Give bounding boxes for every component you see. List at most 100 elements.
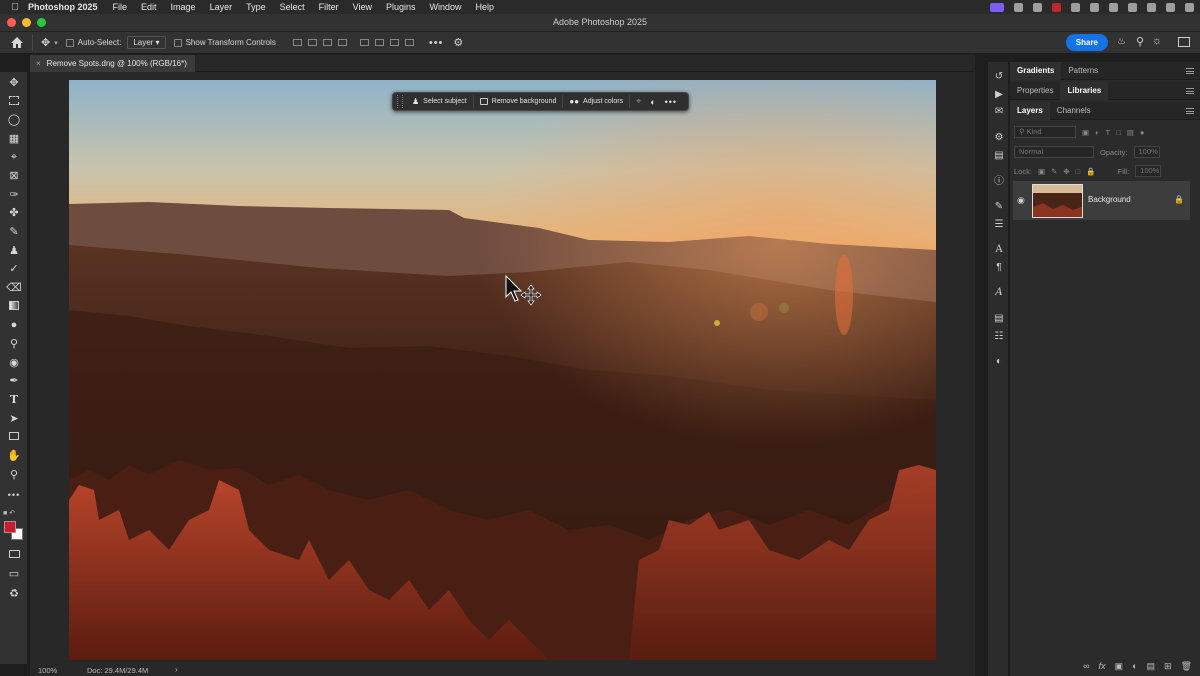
more-options-icon[interactable]: ••• — [429, 37, 444, 49]
pen-tool-icon[interactable]: ✒ — [6, 374, 22, 388]
play-icon[interactable] — [1090, 2, 1099, 12]
actions-play-icon[interactable]: ▶ — [993, 89, 1005, 101]
rectangle-tool-icon[interactable] — [6, 430, 22, 444]
layer-style-icon[interactable]: fx — [1099, 661, 1106, 671]
layer-kind-filter[interactable]: ⚲ Kind — [1014, 126, 1076, 138]
panel-menu-icon[interactable] — [1186, 68, 1194, 74]
eraser-tool-icon[interactable]: ⌫ — [6, 281, 22, 295]
filter-type-icon[interactable]: T — [1106, 128, 1111, 137]
align-middle-icon[interactable] — [374, 39, 384, 46]
auto-select-dropdown[interactable]: Layer ▾ — [127, 36, 166, 49]
adjust-colors-button[interactable]: ●● Adjust colors — [563, 95, 631, 108]
menu-select[interactable]: Select — [280, 2, 305, 12]
align-top-icon[interactable] — [359, 39, 369, 46]
blend-mode-dropdown[interactable]: Normal — [1014, 146, 1094, 158]
tab-channels[interactable]: Channels — [1050, 102, 1098, 120]
filter-adjustment-icon[interactable]: ◐ — [1095, 128, 1100, 137]
object-selection-tool-icon[interactable]: ▦ — [6, 132, 22, 146]
layer-lock-icon[interactable]: 🔒 — [1174, 195, 1184, 204]
filter-shape-icon[interactable]: □ — [1116, 128, 1121, 137]
align-right-icon[interactable] — [322, 39, 332, 46]
lock-position-icon[interactable]: ✥ — [1063, 167, 1069, 176]
menu-file[interactable]: File — [113, 2, 128, 12]
creative-cloud-icon[interactable] — [1014, 2, 1023, 12]
character-icon[interactable]: A — [993, 244, 1005, 256]
gradient-tool-icon[interactable] — [6, 300, 22, 314]
filter-smart-object-icon[interactable]: ▤ — [1127, 128, 1134, 137]
burn-tool-icon[interactable]: ◉ — [6, 356, 22, 370]
layer-row[interactable]: ◉ Background 🔒 — [1013, 181, 1190, 220]
menu-view[interactable]: View — [353, 2, 372, 12]
home-icon[interactable] — [10, 36, 26, 50]
screen-mode-icon[interactable]: ▭ — [6, 567, 22, 581]
tab-patterns[interactable]: Patterns — [1061, 62, 1105, 80]
menu-help[interactable]: Help — [476, 2, 495, 12]
path-selection-tool-icon[interactable]: ➤ — [6, 412, 22, 426]
battery-icon[interactable] — [1109, 2, 1118, 12]
notes-icon[interactable]: ☷ — [993, 331, 1005, 343]
comments-icon[interactable]: ✉ — [993, 106, 1005, 118]
share-button[interactable]: Share — [1065, 34, 1108, 51]
link-layers-icon[interactable]: ∞ — [1083, 661, 1089, 671]
info-icon[interactable]: ⓘ — [993, 176, 1005, 188]
dodge-tool-icon[interactable]: ⚲ — [6, 337, 22, 351]
menu-image[interactable]: Image — [171, 2, 196, 12]
filter-pixel-icon[interactable]: ▣ — [1082, 128, 1089, 137]
new-adjustment-layer-icon[interactable]: ◐ — [1132, 661, 1137, 671]
panel-menu-icon[interactable] — [1186, 108, 1194, 114]
adjustment-icon[interactable]: ◐ — [650, 97, 655, 107]
delete-layer-icon[interactable]: 🗑 — [1181, 661, 1192, 672]
quick-mask-icon[interactable] — [6, 548, 22, 562]
screen-record-icon[interactable] — [990, 2, 1004, 12]
document-tab[interactable]: × Remove Spots.dng @ 100% (RGB/16*) — [30, 55, 196, 72]
chevron-down-icon[interactable]: ▾ — [54, 39, 58, 47]
color-icon[interactable]: ◐ — [993, 356, 1005, 368]
type-tool-icon[interactable]: T — [6, 393, 22, 407]
siri-icon[interactable] — [1185, 2, 1194, 12]
histogram-icon[interactable]: ▤ — [993, 150, 1005, 162]
menu-window[interactable]: Window — [430, 2, 462, 12]
lock-pixels-icon[interactable]: ▣ — [1038, 167, 1045, 176]
glyphs-icon[interactable]: A — [993, 287, 1005, 299]
edit-toolbar-icon[interactable]: ••• — [6, 488, 22, 502]
app-menu[interactable]: Photoshop 2025 — [28, 2, 98, 12]
grid-icon[interactable] — [1071, 2, 1080, 12]
menu-type[interactable]: Type — [246, 2, 266, 12]
spot-healing-brush-icon[interactable]: ✤ — [6, 206, 22, 220]
swap-colors-icon[interactable]: ■ ↶ — [3, 509, 25, 519]
auto-select-checkbox[interactable] — [65, 38, 74, 47]
brush-tool-icon[interactable]: ✎ — [6, 225, 22, 239]
panel-menu-icon[interactable] — [1186, 88, 1194, 94]
align-bottom-icon[interactable] — [389, 39, 399, 46]
lasso-tool-icon[interactable]: ◯ — [6, 113, 22, 127]
crop-tool-icon[interactable]: ⌖ — [6, 150, 22, 164]
drag-handle-icon[interactable] — [397, 95, 403, 108]
menu-filter[interactable]: Filter — [319, 2, 339, 12]
distribute-vertical-icon[interactable] — [404, 39, 414, 46]
tool-presets-icon[interactable]: ☰ — [993, 219, 1005, 231]
frame-tool-icon[interactable]: ⊠ — [6, 169, 22, 183]
generative-fill-icon[interactable]: ♻ — [6, 587, 22, 601]
zoom-level[interactable]: 100% — [38, 666, 57, 675]
align-center-icon[interactable] — [307, 39, 317, 46]
foreground-color-swatch[interactable] — [4, 521, 16, 533]
lock-artboard-icon[interactable]: □ — [1076, 167, 1081, 176]
menu-layer[interactable]: Layer — [210, 2, 233, 12]
close-tab-icon[interactable]: × — [36, 59, 41, 68]
crop-icon[interactable]: ⌖ — [636, 96, 641, 107]
discover-icon[interactable]: ☼ — [1152, 35, 1162, 47]
apple-icon[interactable]:  — [6, 2, 24, 13]
remove-background-button[interactable]: Remove background — [474, 95, 564, 108]
gear-icon[interactable]: ⚙ — [453, 36, 463, 49]
workspace-icon[interactable] — [1178, 37, 1190, 47]
wifi-icon[interactable] — [1128, 2, 1137, 12]
search-icon[interactable]: ⚲ — [1136, 35, 1144, 48]
spotlight-icon[interactable] — [1147, 2, 1156, 12]
align-left-icon[interactable] — [292, 39, 302, 46]
hand-tool-icon[interactable]: ✋ — [6, 449, 22, 463]
blur-tool-icon[interactable]: ● — [6, 318, 22, 332]
eyedropper-tool-icon[interactable]: ✑ — [6, 188, 22, 202]
lock-paint-icon[interactable]: ✎ — [1051, 167, 1057, 176]
show-transform-checkbox[interactable] — [173, 38, 182, 47]
distribute-icon[interactable] — [337, 39, 347, 46]
